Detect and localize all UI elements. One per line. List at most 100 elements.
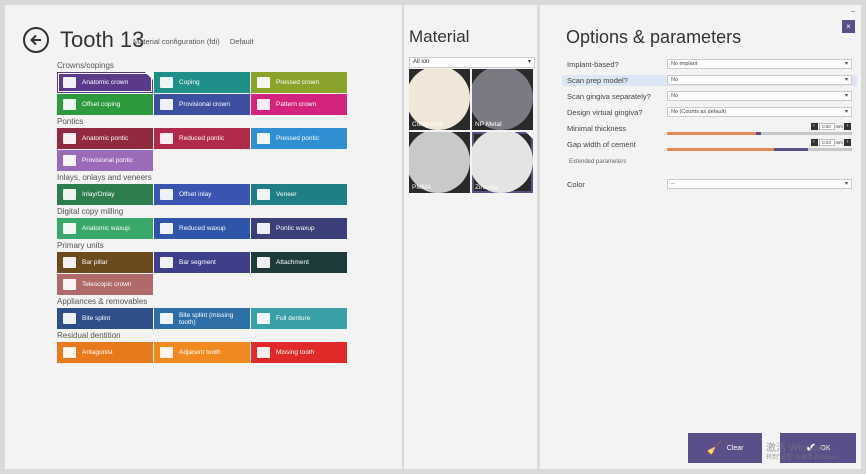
stepper-value[interactable]: 0.50 [818,123,835,130]
minimize-icon[interactable]: – [851,8,855,15]
close-icon[interactable]: × [842,20,855,33]
material-swatch-composite[interactable]: Composite [409,69,470,130]
tile-row: Anatomic crown Coping Pressed crown [57,72,347,93]
tile-label: Provisional pontic [82,157,133,164]
pressed-crown-icon [257,77,270,88]
tile-label: Coping [179,79,200,86]
clear-button[interactable]: 🧹 Clear [688,433,762,463]
decrement-button[interactable]: ‹ [810,123,818,130]
color-dropdown[interactable]: -- ▾ [667,179,852,189]
provisional-pontic-icon [63,155,76,166]
clear-label: Clear [726,444,744,452]
tile-veneer[interactable]: Veneer [251,184,347,205]
slider-label: Minimal thickness [567,124,627,133]
chevron-down-icon: ▾ [844,109,848,115]
tile-anatomic-crown[interactable]: Anatomic crown [57,72,153,93]
decrement-button[interactable]: ‹ [810,139,818,146]
tile-telescopic-crown[interactable]: Telescopic crown [57,274,153,295]
tile-attachment[interactable]: Attachment [251,252,347,273]
option-row-scan-gingiva-separately: Scan gingiva separately? No ▾ [567,91,857,102]
option-value: No [671,93,679,99]
tile-full-denture[interactable]: Full denture [251,308,347,329]
extended-parameters-toggle[interactable]: Extended parameters [569,159,626,165]
value-stepper: ‹ 0.50 mm › [810,123,851,130]
tile-label: Attachment [276,259,309,266]
material-swatch-pmma[interactable]: PMMA [409,132,470,193]
option-value: No [671,77,679,83]
tile-missing-tooth[interactable]: Missing tooth [251,342,347,363]
attachment-icon [257,257,270,268]
tile-label: Anatomic crown [82,79,129,86]
ok-label: OK [820,444,831,452]
chevron-down-icon: ▾ [844,77,848,83]
tile-bite-splint-missing-tooth[interactable]: Bite splint (missing tooth) [154,308,250,329]
option-dropdown-scan-gingiva-separately[interactable]: No ▾ [667,91,852,101]
tile-label: Anatomic pontic [82,135,129,142]
tile-label: Antagonist [82,349,113,356]
slider-handle[interactable] [774,148,808,151]
slider-handle[interactable] [755,132,762,135]
increment-button[interactable]: › [844,123,851,130]
tile-coping[interactable]: Coping [154,72,250,93]
checkmark-icon: ✔ [805,440,817,455]
tile-anatomic-waxup[interactable]: Anatomic waxup [57,218,153,239]
bite-splint-missing-icon [160,313,173,324]
tooth-title: Tooth 13 [60,27,145,52]
adjacent-tooth-icon [160,347,173,358]
tile-label: Bite splint [82,315,111,322]
reduced-pontic-icon [160,133,173,144]
material-filter-dropdown[interactable]: All ion ▾ [409,57,535,68]
material-swatch-np-metal[interactable]: NP Metal [472,69,533,130]
anatomic-waxup-icon [63,223,76,234]
tile-provisional-crown[interactable]: Provisional crown [154,94,250,115]
material-swatch-zirconia[interactable]: Zirconia [472,132,533,193]
default-link[interactable]: Default [230,37,254,46]
tile-row: Anatomic waxup Reduced waxup Pontic waxup [57,218,347,239]
slider-track[interactable] [667,132,852,135]
tile-reduced-waxup[interactable]: Reduced waxup [154,218,250,239]
tile-row: Offset coping Provisional crown Pattern cr… [57,94,347,115]
stepper-unit: mm [835,124,844,129]
tile-anatomic-pontic[interactable]: Anatomic pontic [57,128,153,149]
tile-inlay-onlay[interactable]: Inlay/Onlay [57,184,153,205]
tile-provisional-pontic[interactable]: Provisional pontic [57,150,153,171]
provisional-crown-icon [160,99,173,110]
tile-pressed-crown[interactable]: Pressed crown [251,72,347,93]
section-label-residual-dentition: Residual dentition [57,331,121,340]
anatomic-pontic-icon [63,133,76,144]
tile-pattern-crown[interactable]: Pattern crown [251,94,347,115]
option-dropdown-design-virtual-gingiva[interactable]: No (Counts as default) ▾ [667,107,852,117]
option-dropdown-implant-based[interactable]: No implant ▾ [667,59,852,69]
back-button[interactable] [23,27,49,53]
restoration-type-sections: Crowns/copings Anatomic crown Coping Presse… [57,60,347,364]
material-name: Zirconia [475,184,499,191]
tile-pontic-waxup[interactable]: Pontic waxup [251,218,347,239]
pressed-pontic-icon [257,133,270,144]
tile-row: Bite splint Bite splint (missing tooth) Fu… [57,308,347,329]
tile-antagonist[interactable]: Antagonist [57,342,153,363]
bar-segment-icon [160,257,173,268]
tile-pressed-pontic[interactable]: Pressed pontic [251,128,347,149]
stepper-value[interactable]: 0.03 [818,139,835,146]
option-label: Design virtual gingiva? [567,108,643,117]
antagonist-icon [63,347,76,358]
chevron-down-icon: ▾ [844,181,848,187]
tile-adjacent-tooth[interactable]: Adjacent tooth [154,342,250,363]
section-label-digital-copy-milling: Digital copy milling [57,207,124,216]
ok-button[interactable]: ✔ OK [780,433,856,463]
tile-bite-splint[interactable]: Bite splint [57,308,153,329]
tile-bar-segment[interactable]: Bar segment [154,252,250,273]
section-label-inlays-onlays-and-veneers: Inlays, onlays and veneers [57,173,152,182]
tile-bar-pillar[interactable]: Bar pillar [57,252,153,273]
tile-row: Bar pillar Bar segment Attachment [57,252,347,273]
tile-reduced-pontic[interactable]: Reduced pontic [154,128,250,149]
option-dropdown-scan-prep-model[interactable]: No ▾ [667,75,852,85]
section-label-crowns-copings: Crowns/copings [57,61,114,70]
tile-offset-coping[interactable]: Offset coping [57,94,153,115]
tile-offset-inlay[interactable]: Offset inlay [154,184,250,205]
tile-label: Reduced waxup [179,225,226,232]
tile-label: Bar segment [179,259,216,266]
tooth-configuration-panel: Tooth 13 Material configuration (fdi) De… [5,5,402,469]
slider-track[interactable] [667,148,852,151]
increment-button[interactable]: › [844,139,851,146]
